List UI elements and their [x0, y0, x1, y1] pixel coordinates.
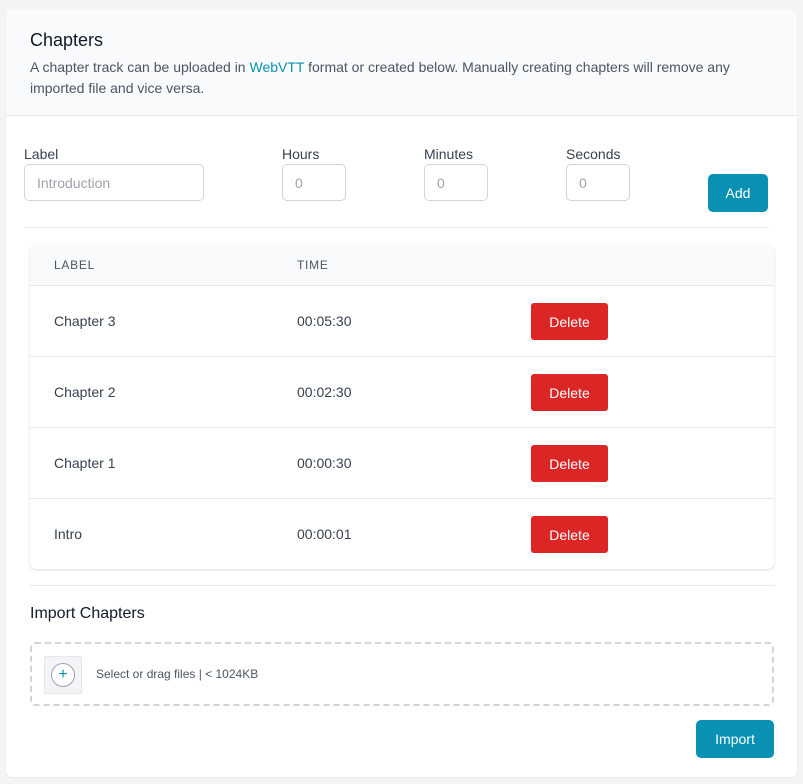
add-chapter-form: Label Hours Minutes Seconds Add: [24, 145, 769, 212]
import-button[interactable]: Import: [696, 720, 774, 758]
table-row: Chapter 3 00:05:30 Delete: [30, 286, 774, 357]
chapters-table: Label Time Chapter 3 00:05:30 Delete Cha…: [30, 245, 774, 569]
divider: [24, 227, 769, 228]
chapter-label: Intro: [54, 526, 83, 542]
hours-input[interactable]: [282, 164, 346, 201]
chapter-label: Chapter 1: [54, 455, 116, 471]
delete-button[interactable]: Delete: [531, 374, 608, 411]
file-dropzone[interactable]: + Select or drag files | < 1024KB: [30, 642, 774, 706]
plus-icon: +: [51, 663, 75, 687]
label-input[interactable]: [24, 164, 204, 201]
chapter-time: 00:00:01: [297, 526, 352, 542]
chapter-time: 00:00:30: [297, 455, 352, 471]
table-row: Chapter 2 00:02:30 Delete: [30, 357, 774, 428]
chapter-label: Chapter 2: [54, 384, 116, 400]
delete-button[interactable]: Delete: [531, 445, 608, 482]
card-header: Chapters A chapter track can be uploaded…: [6, 9, 797, 116]
chapter-time: 00:05:30: [297, 313, 352, 329]
import-title: Import Chapters: [30, 605, 145, 622]
add-button[interactable]: Add: [708, 174, 768, 212]
divider: [30, 585, 774, 586]
description: A chapter track can be uploaded in WebVT…: [30, 57, 770, 99]
hours-field-label: Hours: [282, 146, 320, 162]
column-header-label: Label: [54, 258, 95, 272]
chapter-label: Chapter 3: [54, 313, 116, 329]
minutes-input[interactable]: [424, 164, 488, 201]
description-text: A chapter track can be uploaded in: [30, 59, 250, 75]
add-file-button[interactable]: +: [44, 656, 82, 694]
column-header-time: Time: [297, 258, 329, 272]
delete-button[interactable]: Delete: [531, 303, 608, 340]
table-row: Chapter 1 00:00:30 Delete: [30, 428, 774, 499]
dropzone-text: Select or drag files | < 1024KB: [96, 667, 259, 681]
page-title: Chapters: [30, 30, 104, 50]
table-row: Intro 00:00:01 Delete: [30, 499, 774, 569]
minutes-field-label: Minutes: [424, 146, 474, 162]
seconds-field-label: Seconds: [566, 146, 621, 162]
seconds-input[interactable]: [566, 164, 630, 201]
webvtt-link[interactable]: WebVTT: [249, 59, 304, 75]
table-header: Label Time: [30, 245, 774, 286]
chapter-time: 00:02:30: [297, 384, 352, 400]
delete-button[interactable]: Delete: [531, 516, 608, 553]
label-field-label: Label: [24, 146, 59, 162]
